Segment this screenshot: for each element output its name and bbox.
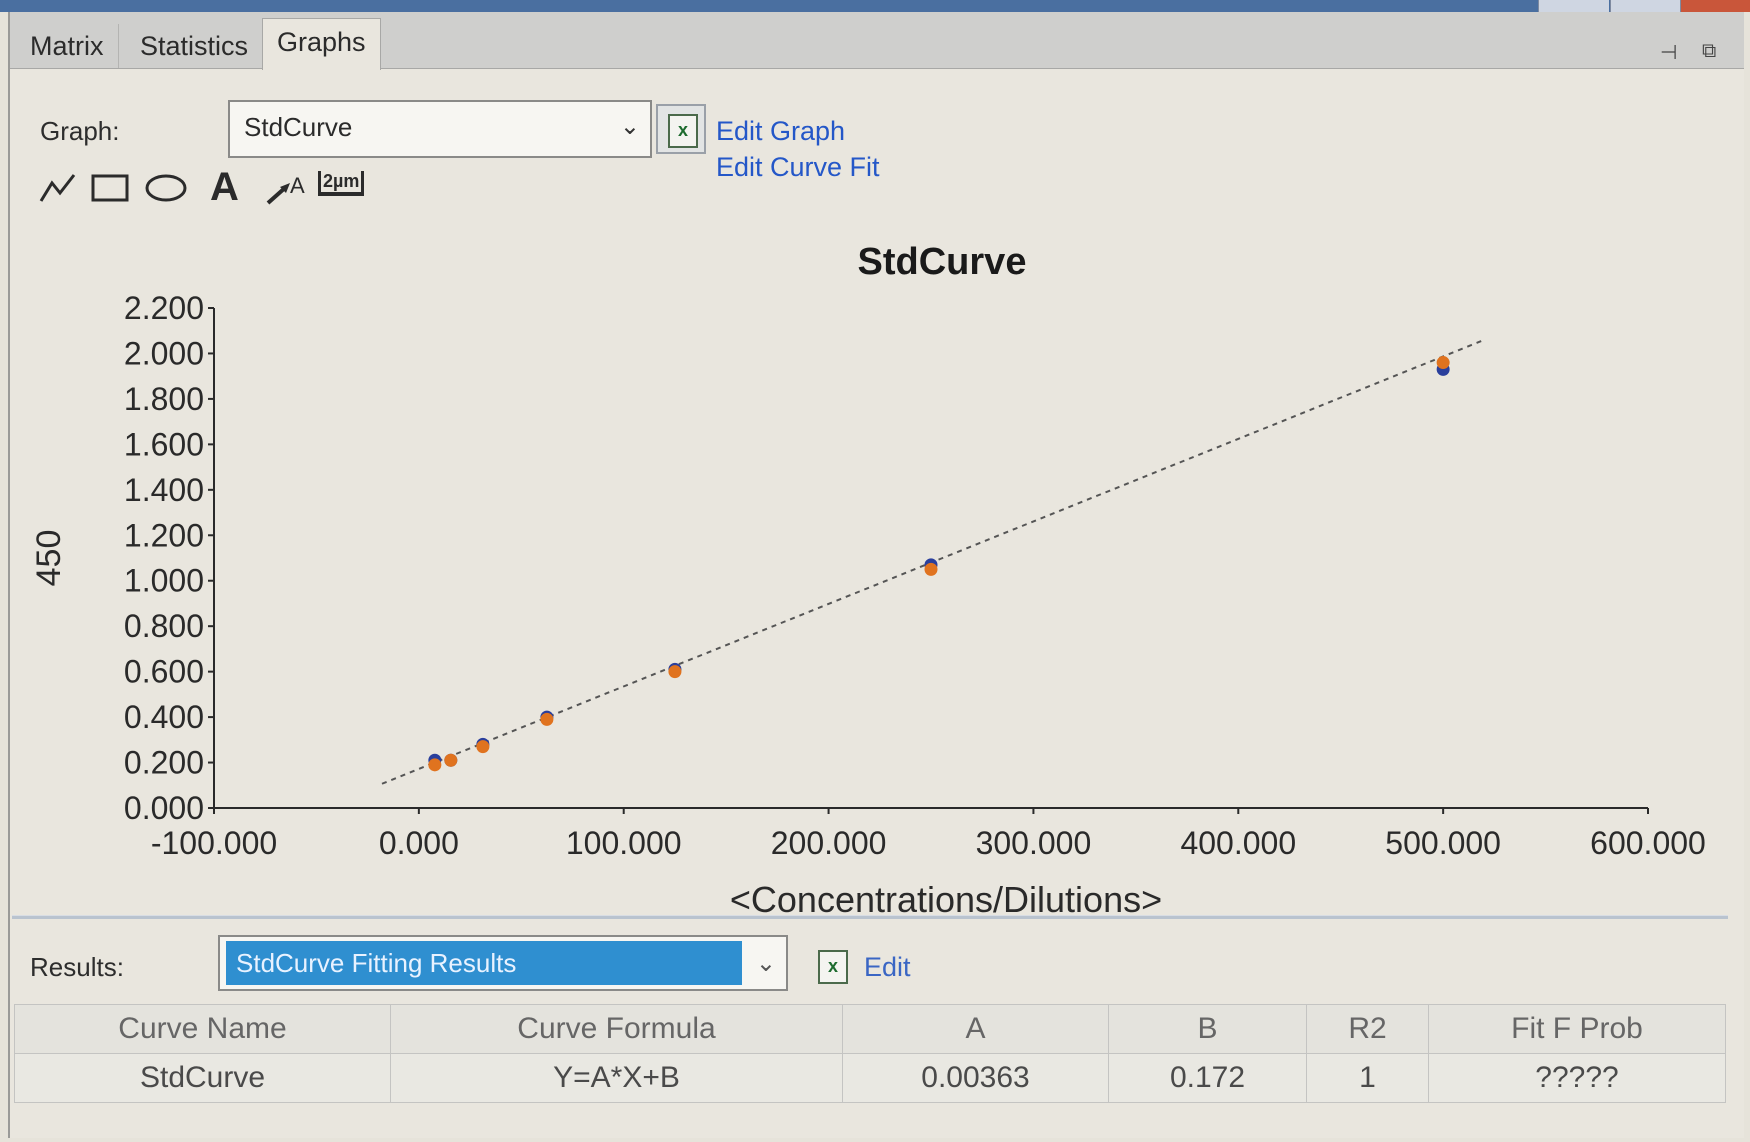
chart-axes: 0.000 0.200 0.400 0.600 0.800 1.000 1.200 1.400… (124, 290, 1706, 861)
data-point (540, 712, 554, 726)
column-header: Curve Name (14, 1004, 391, 1054)
data-point (924, 562, 938, 576)
y-tick-label: 1.400 (124, 472, 204, 508)
param-b-cell: 0.172 (1108, 1053, 1307, 1103)
curve-formula-cell: Y=A*X+B (390, 1053, 843, 1103)
y-tick-label: 2.000 (124, 335, 204, 371)
x-tick-label: 0.000 (379, 825, 459, 861)
excel-icon: x (818, 950, 848, 984)
std-curve-chart: StdCurve 0.000 0.200 0.400 0.600 0.800 1.000 1… (30, 241, 1706, 920)
edit-results-link[interactable]: Edit (864, 952, 911, 983)
x-tick-label: 200.000 (771, 825, 887, 861)
y-tick-label: 0.800 (124, 608, 204, 644)
chevron-down-icon: ⌄ (755, 950, 776, 977)
r2-cell: 1 (1306, 1053, 1429, 1103)
y-tick-label: 0.200 (124, 745, 204, 781)
results-table: Curve Name Curve Formula A B R2 Fit F Pr… (14, 1004, 1726, 1103)
y-tick-label: 0.400 (124, 699, 204, 735)
x-tick-label: 500.000 (1385, 825, 1501, 861)
curve-name-cell: StdCurve (14, 1053, 391, 1103)
divider (12, 915, 1728, 919)
x-tick-label: 400.000 (1180, 825, 1296, 861)
y-axis-label: 450 (30, 530, 68, 587)
column-header: B (1108, 1004, 1307, 1054)
y-tick-label: 0.000 (124, 790, 204, 826)
y-tick-label: 1.600 (124, 426, 204, 462)
x-axis-label: <Concentrations/Dilutions> (730, 879, 1162, 920)
y-tick-label: 2.200 (124, 290, 204, 326)
data-point (444, 753, 458, 767)
x-tick-label: 300.000 (976, 825, 1092, 861)
column-header: Curve Formula (390, 1004, 843, 1054)
results-label: Results: (30, 952, 124, 982)
data-point (1436, 356, 1450, 370)
chart-title: StdCurve (858, 241, 1027, 283)
y-tick-label: 1.000 (124, 563, 204, 599)
y-tick-label: 1.200 (124, 517, 204, 553)
column-header: A (842, 1004, 1109, 1054)
fit-f-prob-cell: ????? (1428, 1053, 1726, 1103)
x-tick-label: 100.000 (566, 825, 682, 861)
results-select[interactable]: StdCurve Fitting Results ⌄ (218, 935, 788, 991)
data-point (476, 740, 490, 754)
param-a-cell: 0.00363 (842, 1053, 1109, 1103)
x-tick-label: -100.000 (151, 825, 277, 861)
edit-results-button[interactable]: x (808, 942, 854, 988)
data-point (428, 758, 442, 772)
column-header: R2 (1306, 1004, 1429, 1054)
table-row[interactable]: StdCurve Y=A*X+B 0.00363 0.172 1 ????? (14, 1053, 1726, 1103)
x-tick-label: 600.000 (1590, 825, 1706, 861)
data-point (668, 665, 682, 679)
y-tick-label: 0.600 (124, 654, 204, 690)
data-points (428, 356, 1450, 772)
y-tick-label: 1.800 (124, 381, 204, 417)
column-header: Fit F Prob (1428, 1004, 1726, 1054)
table-header-row: Curve Name Curve Formula A B R2 Fit F Pr… (14, 1004, 1726, 1054)
results-select-value: StdCurve Fitting Results (226, 941, 742, 985)
